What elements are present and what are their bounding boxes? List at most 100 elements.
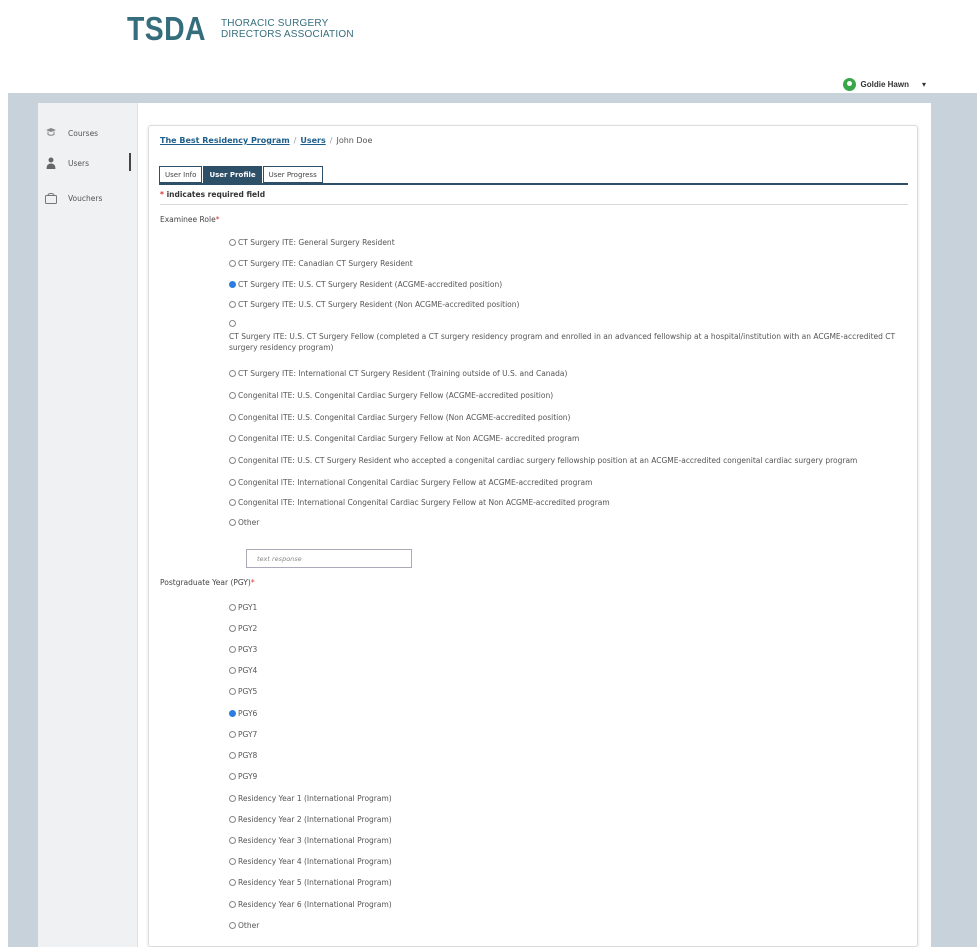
role-option[interactable]: Congenital ITE: International Congenital… (229, 497, 909, 508)
radio-button[interactable] (229, 901, 236, 908)
radio-button[interactable] (229, 435, 236, 442)
tsda-logo[interactable]: TSDA THORACIC SURGERY DIRECTORS ASSOCIAT… (127, 12, 354, 45)
radio-button-checked[interactable] (229, 710, 236, 717)
role-option-other[interactable]: Other (229, 517, 909, 528)
tab-user-progress[interactable]: User Progress (262, 166, 323, 183)
radio-button[interactable] (229, 646, 236, 653)
examinee-role-label: Examinee Role* (160, 215, 219, 224)
radio-button[interactable] (229, 795, 236, 802)
radio-button[interactable] (229, 260, 236, 267)
role-option[interactable]: CT Surgery ITE: U.S. CT Surgery Fellow (… (229, 320, 909, 353)
role-option-label: CT Surgery ITE: International CT Surgery… (238, 369, 568, 378)
role-option[interactable]: CT Surgery ITE: General Surgery Resident (229, 237, 909, 248)
sidebar-item-label: Vouchers (68, 193, 103, 203)
sidebar-item-users[interactable]: Users (38, 153, 138, 173)
radio-button[interactable] (229, 414, 236, 421)
pgy-option-label: Residency Year 3 (International Program) (238, 836, 392, 845)
logo-subtitle: THORACIC SURGERY DIRECTORS ASSOCIATION (221, 18, 354, 40)
user-menu[interactable]: Goldie Hawn ▾ (842, 78, 926, 91)
role-option[interactable]: Congenital ITE: U.S. Congenital Cardiac … (229, 412, 909, 423)
required-note-text: indicates required field (166, 190, 266, 199)
radio-button[interactable] (229, 370, 236, 377)
role-option[interactable]: Congenital ITE: U.S. Congenital Cardiac … (229, 433, 909, 444)
radio-button[interactable] (229, 604, 236, 611)
role-option-label: Congenital ITE: U.S. Congenital Cardiac … (238, 413, 571, 422)
role-option[interactable]: CT Surgery ITE: Canadian CT Surgery Resi… (229, 258, 909, 269)
section-divider (160, 204, 908, 205)
role-option-label: Congenital ITE: U.S. Congenital Cardiac … (238, 434, 580, 443)
pgy-option-label: Residency Year 5 (International Program) (238, 878, 392, 887)
pgy-option[interactable]: PGY8 (229, 750, 909, 761)
radio-button[interactable] (229, 625, 236, 632)
sidebar-item-courses[interactable]: Courses (38, 123, 138, 143)
pgy-option[interactable]: PGY5 (229, 686, 909, 697)
pgy-option-label: PGY9 (238, 772, 258, 781)
role-option-label: CT Surgery ITE: U.S. CT Surgery Resident… (238, 280, 503, 289)
logo-subtitle-line1: THORACIC SURGERY (221, 17, 329, 29)
pgy-option[interactable]: Residency Year 6 (International Program) (229, 899, 909, 910)
radio-button[interactable] (229, 922, 236, 929)
role-option[interactable]: CT Surgery ITE: U.S. CT Surgery Resident… (229, 299, 909, 310)
radio-button[interactable] (229, 519, 236, 526)
role-option[interactable]: Congenital ITE: U.S. Congenital Cardiac … (229, 390, 909, 401)
radio-button[interactable] (229, 667, 236, 674)
role-option-label: CT Surgery ITE: General Surgery Resident (238, 238, 395, 247)
breadcrumb-current: John Doe (336, 136, 373, 145)
radio-button[interactable] (229, 688, 236, 695)
radio-button[interactable] (229, 858, 236, 865)
radio-button[interactable] (229, 499, 236, 506)
pgy-option[interactable]: PGY2 (229, 623, 909, 634)
pgy-option[interactable]: PGY9 (229, 771, 909, 782)
radio-button[interactable] (229, 773, 236, 780)
radio-button[interactable] (229, 816, 236, 823)
pgy-option[interactable]: PGY1 (229, 602, 909, 613)
pgy-option[interactable]: Residency Year 3 (International Program) (229, 835, 909, 846)
required-star: * (250, 578, 255, 587)
role-option[interactable]: Congenital ITE: U.S. CT Surgery Resident… (229, 455, 909, 466)
role-option-label: Congenital ITE: International Congenital… (238, 498, 610, 507)
tabs-underline (159, 183, 908, 185)
role-option[interactable]: CT Surgery ITE: International CT Surgery… (229, 368, 909, 379)
tab-user-profile[interactable]: User Profile (203, 166, 262, 183)
breadcrumb-separator: / (293, 136, 297, 145)
role-option-label: Congenital ITE: U.S. CT Surgery Resident… (238, 456, 858, 465)
role-option-selected[interactable]: CT Surgery ITE: U.S. CT Surgery Resident… (229, 279, 909, 290)
pgy-option-label: Residency Year 6 (International Program) (238, 900, 392, 909)
radio-button[interactable] (229, 301, 236, 308)
other-role-text-input[interactable] (246, 549, 412, 568)
radio-button[interactable] (229, 752, 236, 759)
radio-button[interactable] (229, 479, 236, 486)
radio-button[interactable] (229, 457, 236, 464)
pgy-option-selected[interactable]: PGY6 (229, 708, 909, 719)
pgy-option[interactable]: PGY3 (229, 644, 909, 655)
role-option-label: CT Surgery ITE: U.S. CT Surgery Resident… (238, 300, 520, 309)
pgy-option-other[interactable]: Other (229, 920, 909, 931)
breadcrumb-program-link[interactable]: The Best Residency Program (160, 136, 290, 145)
pgy-option[interactable]: PGY7 (229, 729, 909, 740)
radio-button[interactable] (229, 837, 236, 844)
user-name: Goldie Hawn (860, 80, 909, 89)
radio-button-checked[interactable] (229, 281, 236, 288)
pgy-option-label: Residency Year 2 (International Program) (238, 815, 392, 824)
courses-icon (45, 127, 57, 139)
pgy-option[interactable]: Residency Year 1 (International Program) (229, 793, 909, 804)
radio-button[interactable] (229, 879, 236, 886)
tab-user-info[interactable]: User Info (159, 166, 203, 183)
radio-button[interactable] (229, 731, 236, 738)
radio-button[interactable] (229, 392, 236, 399)
sidebar-item-vouchers[interactable]: Vouchers (38, 188, 138, 208)
breadcrumb-users-link[interactable]: Users (300, 136, 325, 145)
radio-button[interactable] (229, 320, 236, 327)
pgy-option[interactable]: Residency Year 4 (International Program) (229, 856, 909, 867)
chevron-down-icon[interactable]: ▾ (922, 80, 926, 89)
role-option-label: CT Surgery ITE: Canadian CT Surgery Resi… (238, 259, 413, 268)
pgy-option[interactable]: Residency Year 2 (International Program) (229, 814, 909, 825)
pgy-option[interactable]: Residency Year 5 (International Program) (229, 877, 909, 888)
pgy-option-label: PGY1 (238, 603, 258, 612)
role-option[interactable]: Congenital ITE: International Congenital… (229, 477, 909, 488)
profile-tabs: User Info User Profile User Progress (159, 166, 323, 183)
radio-button[interactable] (229, 239, 236, 246)
breadcrumb-separator: / (329, 136, 333, 145)
pgy-option-label: PGY8 (238, 751, 258, 760)
pgy-option[interactable]: PGY4 (229, 665, 909, 676)
